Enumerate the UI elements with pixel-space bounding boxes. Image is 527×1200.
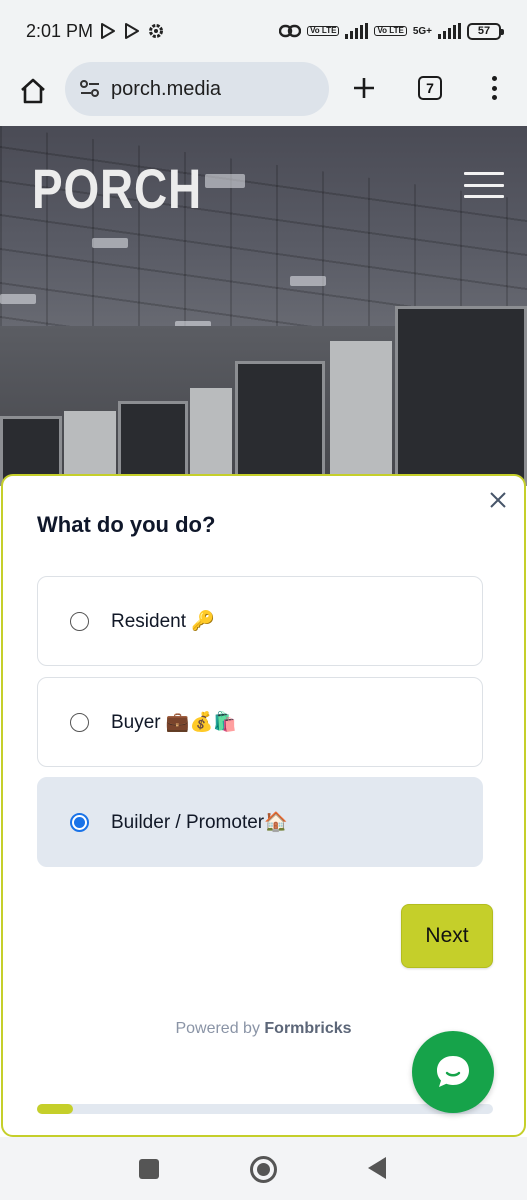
survey-progress-fill: [37, 1104, 74, 1114]
status-right: Vo LTE Vo LTE 5G+ 57: [279, 22, 504, 40]
radio-resident[interactable]: [70, 611, 89, 631]
chat-bubble-icon: [437, 1056, 469, 1087]
browser-menu-button[interactable]: [484, 72, 504, 104]
home-button[interactable]: [16, 74, 50, 108]
option-label: Buyer 💼💰🛍️: [111, 712, 237, 733]
plus-icon: [354, 78, 374, 98]
volte-badge: Vo LTE: [307, 25, 340, 37]
hero-window: [395, 306, 527, 486]
home-nav-button[interactable]: [250, 1156, 277, 1183]
next-button[interactable]: Next: [401, 904, 493, 968]
android-nav-bar: [0, 1137, 527, 1200]
hero-section: PORCH: [0, 126, 527, 486]
ceiling-light: [0, 294, 36, 304]
hero-pillar: [330, 341, 392, 486]
battery-level: 57: [477, 25, 491, 37]
hero-pillar: [190, 388, 232, 486]
new-tab-button[interactable]: [348, 72, 380, 104]
status-left: 2:01 PM: [26, 21, 165, 42]
hero-window: [235, 361, 325, 486]
status-time: 2:01 PM: [26, 20, 94, 41]
signal-icon: [345, 23, 369, 39]
option-buyer[interactable]: Buyer 💼💰🛍️: [37, 677, 483, 767]
survey-progress-bar: [37, 1104, 493, 1114]
tab-count: 7: [426, 80, 434, 96]
chat-button[interactable]: [412, 1031, 494, 1113]
settings-gear-icon: [149, 24, 164, 38]
volte-badge-2: Vo LTE: [374, 25, 407, 37]
radio-buyer[interactable]: [70, 712, 89, 732]
option-label: Builder / Promoter🏠: [111, 812, 288, 833]
link-icon: [279, 24, 302, 38]
network-type: 5G+: [412, 25, 432, 37]
recents-button[interactable]: [139, 1159, 159, 1179]
close-icon[interactable]: [486, 488, 510, 512]
ceiling-light: [92, 238, 128, 248]
site-logo[interactable]: PORCH: [32, 156, 202, 221]
ceiling-light: [290, 276, 326, 286]
address-bar[interactable]: porch.media: [65, 62, 329, 116]
browser-toolbar: porch.media 7: [0, 62, 527, 126]
signal-icon-2: [438, 23, 461, 39]
battery-icon: 57: [467, 22, 504, 40]
radio-builder-promoter[interactable]: [70, 812, 89, 832]
play-store-icon: [101, 23, 116, 39]
ceiling-light: [205, 174, 245, 188]
powered-prefix: Powered by: [175, 1020, 260, 1037]
formbricks-link[interactable]: Formbricks: [264, 1020, 351, 1037]
play-store-icon-2: [125, 23, 140, 39]
hamburger-menu-icon[interactable]: [464, 172, 504, 198]
option-label: Resident 🔑: [111, 611, 215, 632]
back-button[interactable]: [368, 1157, 386, 1179]
survey-question: What do you do?: [37, 512, 216, 537]
home-icon: [21, 78, 45, 104]
survey-modal: What do you do? Resident 🔑 Buyer 💼💰🛍️ Bu…: [1, 474, 526, 1137]
option-builder-promoter[interactable]: Builder / Promoter🏠: [37, 777, 483, 867]
status-bar: 2:01 PM Vo LTE Vo LTE 5G+ 57: [0, 0, 527, 62]
tab-switcher-button[interactable]: 7: [418, 76, 442, 100]
url-text: porch.media: [111, 77, 222, 100]
site-settings-icon[interactable]: [79, 78, 101, 100]
option-resident[interactable]: Resident 🔑: [37, 576, 483, 666]
